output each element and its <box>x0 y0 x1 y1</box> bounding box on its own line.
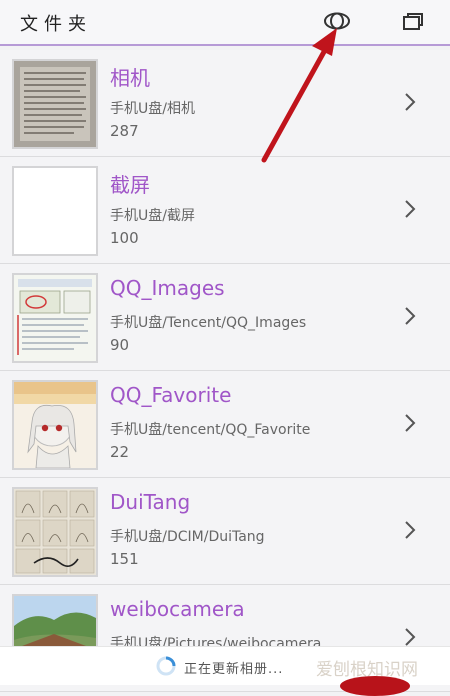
folder-row[interactable]: 相机 手机U盘/相机 287 <box>0 50 450 157</box>
chevron-right-icon <box>405 93 416 111</box>
folder-thumbnail <box>12 380 98 470</box>
folder-name: 相机 <box>110 66 150 90</box>
folder-thumbnail <box>12 487 98 577</box>
loading-text: 正在更新相册... <box>184 662 284 677</box>
folder-count: 151 <box>110 550 139 568</box>
folder-list: 相机 手机U盘/相机 287 截屏 手机U盘/截屏 100 QQ_Images … <box>0 50 450 692</box>
folder-path: 手机U盘/Tencent/QQ_Images <box>110 315 307 331</box>
folder-count: 90 <box>110 336 130 354</box>
folder-name: QQ_Favorite <box>110 383 232 407</box>
folder-name: QQ_Images <box>110 276 225 300</box>
folder-path: 手机U盘/DCIM/DuiTang <box>110 529 265 545</box>
chevron-right-icon <box>405 521 416 539</box>
folder-path: 手机U盘/截屏 <box>110 208 195 224</box>
folder-name: 截屏 <box>110 173 150 197</box>
folder-row[interactable]: QQ_Images 手机U盘/Tencent/QQ_Images 90 <box>0 264 450 371</box>
folder-row[interactable]: 截屏 手机U盘/截屏 100 <box>0 157 450 264</box>
folder-path: 手机U盘/相机 <box>110 101 195 117</box>
folder-name: DuiTang <box>110 490 191 514</box>
red-circle-decoration <box>340 676 410 696</box>
folder-thumbnail <box>12 273 98 363</box>
folder-count: 287 <box>110 122 139 140</box>
folder-count: 22 <box>110 443 130 461</box>
chevron-right-icon <box>405 414 416 432</box>
chevron-right-icon <box>405 200 416 218</box>
folder-name: weibocamera <box>110 597 245 621</box>
folder-count: 100 <box>110 229 139 247</box>
folder-thumbnail <box>12 166 98 256</box>
folder-row[interactable]: DuiTang 手机U盘/DCIM/DuiTang 151 <box>0 478 450 585</box>
app-header: 文件夹 <box>0 0 450 46</box>
folder-row[interactable]: QQ_Favorite 手机U盘/tencent/QQ_Favorite 22 <box>0 371 450 478</box>
folder-thumbnail <box>12 59 98 149</box>
chevron-right-icon <box>405 307 416 325</box>
folder-path: 手机U盘/tencent/QQ_Favorite <box>110 422 311 438</box>
page-title: 文件夹 <box>20 14 92 35</box>
loading-spinner-icon <box>156 656 176 676</box>
eye-icon[interactable] <box>322 10 352 36</box>
window-icon[interactable] <box>402 12 424 36</box>
